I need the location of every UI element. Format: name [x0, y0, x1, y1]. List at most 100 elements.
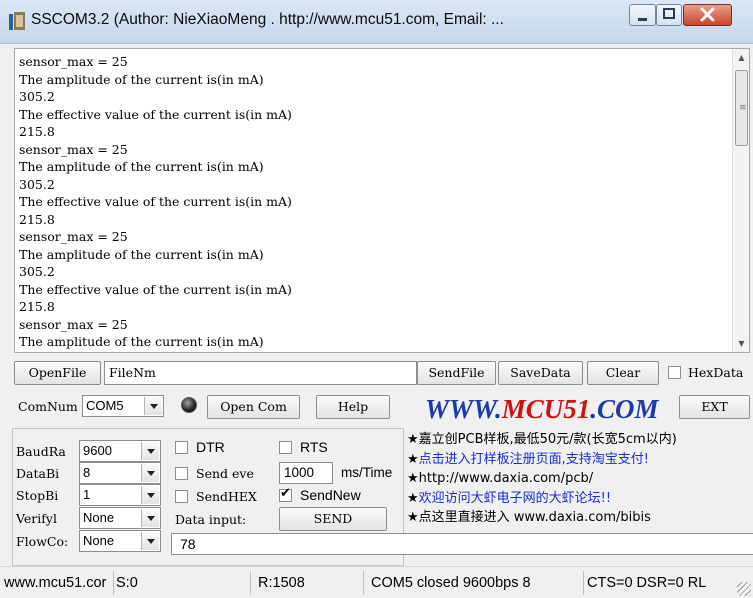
receive-line: The effective value of the current is(in…: [19, 106, 292, 122]
chevron-down-icon[interactable]: [141, 442, 159, 460]
receive-line: The amplitude of the current is(in mA): [19, 159, 264, 174]
receive-line: 215.8: [19, 211, 55, 227]
news-item[interactable]: ★欢迎访问大虾电子网的大虾论坛!!: [407, 489, 753, 509]
stop-bits-value: 1: [83, 487, 91, 502]
verify-value: None: [83, 510, 115, 525]
clear-button[interactable]: Clear: [587, 361, 659, 385]
open-com-button[interactable]: Open Com: [207, 395, 300, 419]
stop-bits-label: StopBi: [16, 488, 59, 503]
news-item[interactable]: ★http://www.daxia.com/pcb/: [407, 469, 753, 489]
receive-scrollbar[interactable]: ▲ ≡ ▼: [732, 49, 749, 352]
status-led-icon: [181, 397, 197, 413]
send-new-checkbox[interactable]: [279, 486, 292, 502]
chevron-down-icon[interactable]: [141, 464, 159, 482]
status-separator: [250, 571, 251, 595]
scrollbar-thumb[interactable]: ≡: [735, 70, 748, 146]
news-item-text: 点这里直接进入 www.daxia.com/bibis: [418, 510, 651, 525]
chevron-down-icon[interactable]: [144, 397, 162, 415]
send-hex-checkbox[interactable]: [175, 490, 188, 503]
star-icon: ★: [407, 432, 419, 447]
rts-label: RTS: [300, 439, 328, 455]
baud-rate-value: 9600: [83, 443, 112, 458]
news-item[interactable]: ★点击进入打样板注册页面,支持淘宝支付!: [407, 450, 753, 470]
scroll-up-icon[interactable]: ▲: [733, 49, 749, 66]
receive-line: sensor_max = 25: [19, 54, 128, 69]
star-icon: ★: [407, 510, 419, 525]
news-panel: ★嘉立创PCB样板,最低50元/款(长宽5cm以内) ★点击进入打样板注册页面,支…: [407, 430, 753, 528]
receive-line: 305.2: [19, 176, 55, 192]
receive-line: The effective value of the current is(in…: [19, 281, 292, 297]
scroll-down-icon[interactable]: ▼: [733, 335, 749, 352]
save-data-button[interactable]: SaveData: [498, 361, 583, 385]
maximize-button[interactable]: [656, 4, 682, 26]
dtr-checkbox[interactable]: [175, 441, 188, 454]
receive-line: 215.8: [19, 299, 55, 314]
send-data-input[interactable]: 78: [171, 533, 753, 555]
receive-line: 305.2: [19, 89, 55, 104]
news-item[interactable]: ★点这里直接进入 www.daxia.com/bibis: [407, 508, 753, 528]
file-name-field[interactable]: FileNm: [104, 361, 417, 385]
send-every-checkbox[interactable]: [175, 467, 188, 480]
flow-control-value: None: [83, 533, 115, 548]
dtr-label: DTR: [196, 439, 225, 455]
receive-line: The amplitude of the current is(in mA): [19, 334, 264, 349]
chevron-down-icon[interactable]: [141, 532, 159, 550]
baud-rate-label: BaudRa: [16, 444, 66, 459]
receive-textarea[interactable]: sensor_max = 25 The amplitude of the curr…: [14, 48, 750, 353]
receive-text: sensor_max = 25 The amplitude of the curr…: [19, 53, 729, 353]
status-site[interactable]: www.mcu51.cor: [4, 572, 112, 594]
open-file-button[interactable]: OpenFile: [14, 361, 101, 385]
send-file-button[interactable]: SendFile: [417, 361, 496, 385]
thumb-grip-icon: ≡: [739, 103, 747, 113]
minimize-icon: [638, 18, 647, 21]
news-item-text: http://www.daxia.com/pcb/: [418, 471, 594, 486]
baud-rate-select[interactable]: 9600: [79, 440, 161, 462]
receive-line: 305.2: [19, 351, 729, 353]
rts-checkbox[interactable]: [279, 441, 292, 454]
title-bar[interactable]: SSCOM3.2 (Author: NieXiaoMeng . http://w…: [0, 0, 753, 44]
status-separator: [583, 571, 584, 595]
verify-select[interactable]: None: [79, 507, 161, 529]
status-port: COM5 closed 9600bps 8: [371, 575, 531, 591]
website-banner[interactable]: WWW.MCU51.COM: [425, 394, 659, 425]
com-port-select[interactable]: COM5: [82, 395, 164, 417]
send-interval-field[interactable]: 1000: [279, 462, 333, 484]
sscom-window: SSCOM3.2 (Author: NieXiaoMeng . http://w…: [0, 0, 753, 598]
flow-control-select[interactable]: None: [79, 530, 161, 552]
send-every-label: Send eve: [196, 466, 254, 481]
data-input-label: Data input:: [175, 512, 247, 527]
news-item[interactable]: ★嘉立创PCB样板,最低50元/款(长宽5cm以内): [407, 430, 753, 450]
receive-line: 305.2: [19, 264, 55, 279]
receive-line: sensor_max = 25: [19, 316, 128, 332]
star-icon: ★: [407, 490, 419, 506]
com-port-value: COM5: [86, 398, 124, 413]
minimize-button[interactable]: [629, 4, 656, 26]
status-sent-count: S:0: [116, 575, 138, 591]
status-separator: [363, 571, 364, 595]
chevron-down-icon[interactable]: [141, 509, 159, 527]
resize-grip-icon[interactable]: [737, 582, 751, 596]
close-button[interactable]: [683, 4, 732, 26]
help-button[interactable]: Help: [316, 395, 390, 419]
send-button[interactable]: SEND: [279, 507, 387, 531]
stop-bits-select[interactable]: 1: [79, 484, 161, 506]
hex-data-checkbox[interactable]: [668, 366, 681, 379]
star-icon: ★: [407, 471, 419, 486]
chevron-down-icon[interactable]: [141, 486, 159, 504]
flow-control-label: FlowCo:: [16, 534, 69, 549]
ext-button[interactable]: EXT: [679, 395, 750, 419]
data-bits-value: 8: [83, 465, 91, 480]
close-icon: [700, 7, 715, 22]
verify-label: Verifyl: [16, 511, 57, 526]
com-num-label: ComNum: [18, 399, 78, 414]
data-bits-select[interactable]: 8: [79, 462, 161, 484]
hex-data-label: HexData: [688, 365, 744, 380]
receive-line: The amplitude of the current is(in mA): [19, 246, 264, 262]
news-item-text: 嘉立创PCB样板,最低50元/款(长宽5cm以内): [418, 432, 677, 447]
receive-line: sensor_max = 25: [19, 229, 128, 244]
receive-line: sensor_max = 25: [19, 141, 128, 157]
maximize-icon: [663, 8, 675, 19]
interval-unit-label: ms/Time: [341, 465, 393, 480]
data-bits-label: DataBi: [16, 466, 60, 481]
receive-line: 215.8: [19, 124, 55, 139]
